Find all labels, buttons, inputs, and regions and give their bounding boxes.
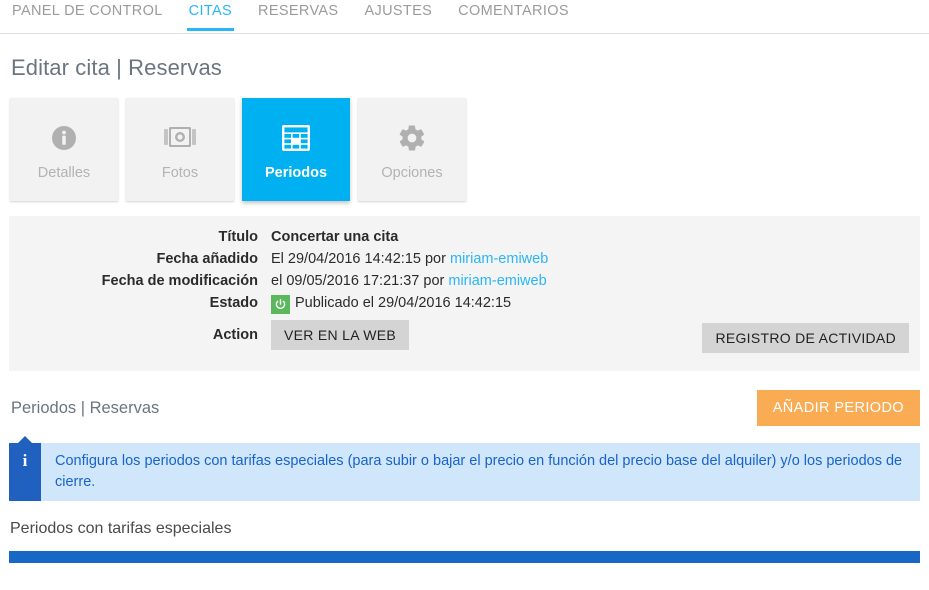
section-title: Periodos | Reservas: [11, 398, 160, 417]
info-value-fecha-modificacion-text: el 09/05/2016 17:21:37 por: [271, 273, 449, 289]
periodos-section-header: Periodos | Reservas AÑADIR PERIODO: [0, 371, 929, 426]
alert-caret-icon: [17, 436, 33, 444]
info-label-fecha-anadido: Fecha añadido: [156, 251, 258, 267]
info-row-estado: Estado Publicado el 29/04/2016 14:42:15: [9, 295, 920, 314]
info-alert-text: Configura los periodos con tarifas espec…: [55, 453, 903, 490]
info-value-fecha-anadido-text: El 29/04/2016 14:42:15 por: [271, 251, 450, 267]
info-circle-icon: [49, 118, 79, 158]
info-row-titulo: Título Concertar una cita: [9, 229, 920, 245]
info-label-titulo: Título: [218, 229, 258, 245]
tab-card-opciones[interactable]: Opciones: [358, 98, 466, 201]
tab-card-label-fotos: Fotos: [161, 165, 199, 181]
info-value-fecha-anadido: El 29/04/2016 14:42:15 por miriam-emiweb: [271, 251, 548, 267]
tab-card-label-detalles: Detalles: [37, 165, 91, 181]
info-alert: i Configura los periodos con tarifas esp…: [9, 443, 920, 501]
info-value-fecha-modificacion: el 09/05/2016 17:21:37 por miriam-emiweb: [271, 273, 547, 289]
info-row-fecha-modificacion: Fecha de modificación el 09/05/2016 17:2…: [9, 273, 920, 289]
activity-log-button[interactable]: REGISTRO DE ACTIVIDAD: [702, 323, 909, 353]
tab-card-fotos[interactable]: Fotos: [126, 98, 234, 201]
gear-icon: [397, 118, 427, 158]
info-label-fecha-modificacion: Fecha de modificación: [101, 273, 258, 289]
info-value-titulo: Concertar una cita: [271, 229, 399, 245]
top-navigation: PANEL DE CONTROL CITAS RESERVAS AJUSTES …: [0, 0, 929, 34]
info-label-action: Action: [212, 327, 258, 343]
nav-item-ajustes[interactable]: AJUSTES: [351, 0, 445, 31]
info-alert-wrapper: i Configura los periodos con tarifas esp…: [9, 436, 920, 501]
nav-item-panel-de-control[interactable]: PANEL DE CONTROL: [10, 0, 176, 31]
view-on-web-button[interactable]: VER EN LA WEB: [271, 320, 410, 350]
info-row-fecha-anadido: Fecha añadido El 29/04/2016 14:42:15 por…: [9, 251, 920, 267]
info-value-estado: Publicado el 29/04/2016 14:42:15: [271, 295, 511, 314]
info-label-estado: Estado: [209, 295, 258, 311]
record-info-panel: Título Concertar una cita Fecha añadido …: [9, 216, 920, 371]
camera-icon: [163, 118, 197, 158]
nav-item-reservas[interactable]: RESERVAS: [245, 0, 351, 31]
info-icon: i: [9, 443, 41, 501]
status-badge-text: Publicado el 29/04/2016 14:42:15: [295, 295, 512, 311]
special-rates-title: Periodos con tarifas especiales: [10, 520, 232, 537]
tab-card-label-opciones: Opciones: [381, 165, 443, 181]
power-icon: [271, 295, 290, 314]
add-period-button[interactable]: AÑADIR PERIODO: [756, 390, 920, 426]
tab-card-periodos[interactable]: Periodos: [242, 98, 350, 201]
special-rates-table-header-bar: [9, 551, 920, 563]
user-link-fecha-modificacion[interactable]: miriam-emiweb: [448, 273, 546, 289]
nav-item-citas[interactable]: CITAS: [176, 0, 245, 31]
tab-card-group: Detalles Fotos Periodos Opciones: [0, 81, 929, 201]
nav-item-comentarios[interactable]: COMENTARIOS: [445, 0, 582, 31]
page-title: Editar cita | Reservas: [11, 55, 222, 80]
info-value-action: VER EN LA WEB: [271, 320, 410, 350]
user-link-fecha-anadido[interactable]: miriam-emiweb: [450, 251, 548, 267]
tab-card-detalles[interactable]: Detalles: [10, 98, 118, 201]
table-grid-icon: [281, 118, 311, 158]
tab-card-label-periodos: Periodos: [264, 165, 328, 181]
